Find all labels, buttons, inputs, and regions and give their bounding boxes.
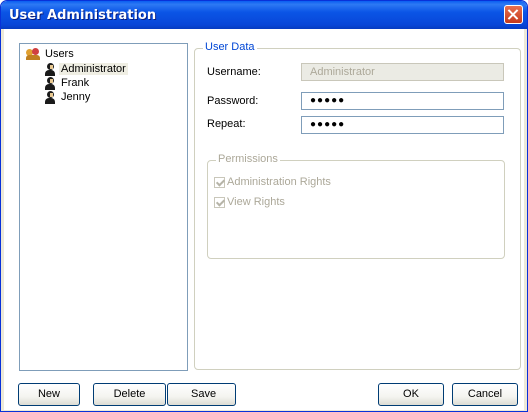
user-icon — [44, 90, 56, 104]
view-rights-checkbox[interactable]: View Rights — [214, 196, 285, 210]
user-tree[interactable]: Users Administrator Frank Jenny — [19, 43, 188, 371]
tree-item-administrator[interactable]: Administrator — [44, 62, 128, 76]
permissions-group: Permissions Administration Rights View R… — [207, 153, 505, 259]
checkbox-label: View Rights — [227, 196, 285, 208]
tree-root-users[interactable]: Users — [26, 47, 76, 61]
ok-button[interactable]: OK — [378, 383, 444, 406]
checkbox-checked-icon — [214, 176, 225, 188]
user-data-group: User Data Username: Administrator Passwo… — [194, 41, 521, 370]
username-label: Username: — [207, 66, 261, 78]
delete-button[interactable]: Delete — [93, 383, 166, 406]
users-group-icon — [26, 48, 40, 61]
title-bar[interactable]: User Administration — [1, 1, 527, 29]
repeat-password-field[interactable]: ●●●●● — [301, 116, 504, 134]
checkbox-label: Administration Rights — [227, 176, 331, 188]
tree-item-label: Administrator — [59, 63, 128, 75]
tree-item-label: Frank — [61, 77, 90, 89]
user-icon — [44, 76, 56, 90]
administration-rights-checkbox[interactable]: Administration Rights — [214, 176, 331, 190]
cancel-button[interactable]: Cancel — [452, 383, 518, 406]
password-label: Password: — [207, 95, 259, 107]
username-field: Administrator — [301, 63, 504, 81]
tree-root-label: Users — [45, 48, 74, 60]
window-title: User Administration — [9, 8, 157, 23]
tree-item-label: Jenny — [61, 91, 91, 103]
password-field[interactable]: ●●●●● — [301, 92, 504, 110]
save-button[interactable]: Save — [167, 383, 236, 406]
permissions-legend: Permissions — [216, 153, 280, 165]
user-icon — [44, 62, 56, 76]
dialog-content: Users Administrator Frank Jenny User Dat… — [4, 29, 524, 410]
tree-item-jenny[interactable]: Jenny — [44, 90, 92, 104]
user-administration-window: User Administration Users Administrator … — [0, 0, 528, 412]
tree-item-frank[interactable]: Frank — [44, 76, 91, 90]
repeat-label: Repeat: — [207, 118, 246, 130]
new-button[interactable]: New — [18, 383, 80, 406]
user-data-legend: User Data — [203, 41, 257, 53]
close-button[interactable] — [504, 5, 523, 24]
checkbox-checked-icon — [214, 196, 225, 208]
